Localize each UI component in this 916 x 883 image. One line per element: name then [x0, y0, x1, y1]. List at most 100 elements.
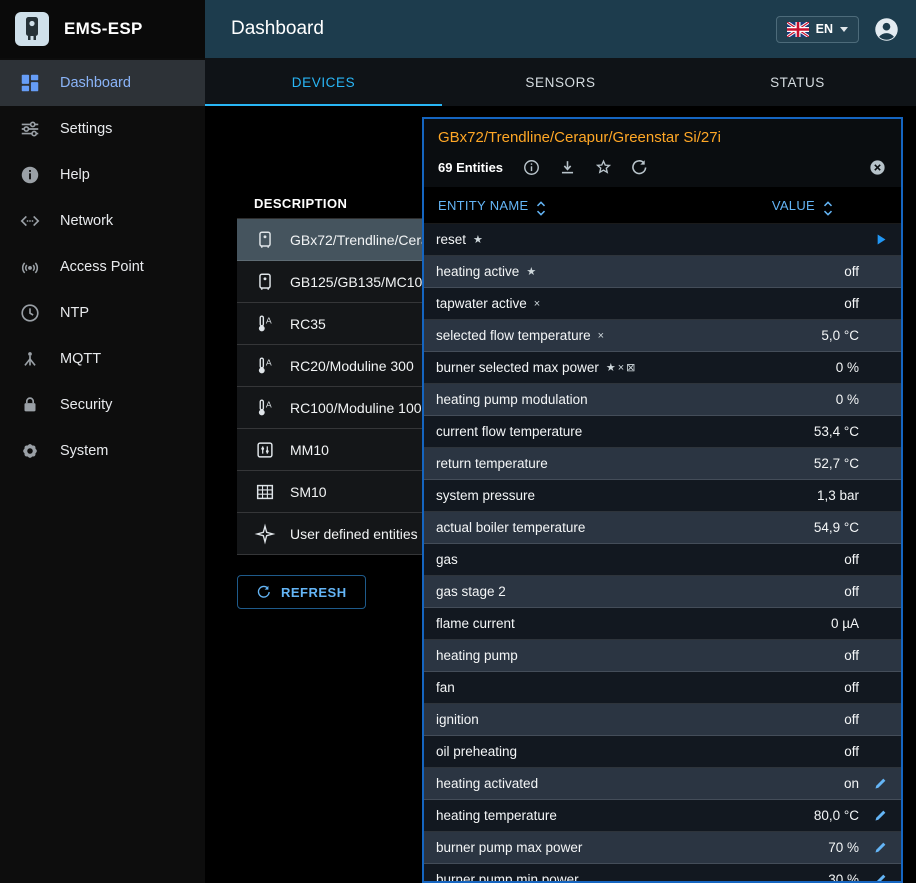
entity-value: 53,4 °C — [814, 424, 859, 439]
sidebar-item-security[interactable]: Security — [0, 382, 205, 428]
entity-flag-icons: × — [598, 330, 606, 342]
entity-name: ignition — [436, 712, 479, 727]
device-name: GBx72/Trendline/Cera — [290, 232, 429, 248]
tab-bar: DEVICES SENSORS STATUS — [205, 58, 916, 106]
device-table: DESCRIPTION GBx72/Trendline/Cera GB125/G… — [237, 188, 429, 609]
sidebar-item-help[interactable]: Help — [0, 152, 205, 198]
gear-icon — [18, 439, 42, 463]
entity-row[interactable]: tapwater active× off — [424, 288, 901, 320]
entity-name: gas — [436, 552, 458, 567]
entity-flag-icons: × — [534, 298, 542, 310]
entity-name: heating activated — [436, 776, 538, 791]
sidebar-item-settings[interactable]: Settings — [0, 106, 205, 152]
entity-name: tapwater active — [436, 296, 527, 311]
refresh-button[interactable]: REFRESH — [237, 575, 366, 609]
entity-value: off — [844, 648, 859, 663]
wifi-tethering-icon — [18, 255, 42, 279]
edit-icon[interactable] — [873, 808, 888, 823]
device-row-rc35[interactable]: A RC35 — [237, 303, 429, 345]
entity-row[interactable]: heating pump modulation 0 % — [424, 384, 901, 416]
entity-row[interactable]: oil preheating off — [424, 736, 901, 768]
device-row-sm10[interactable]: SM10 — [237, 471, 429, 513]
account-icon[interactable] — [873, 16, 900, 43]
execute-command-icon[interactable] — [872, 231, 889, 248]
entity-value: 80,0 °C — [814, 808, 859, 823]
entity-row[interactable]: system pressure 1,3 bar — [424, 480, 901, 512]
entity-name: burner pump min power — [436, 872, 579, 883]
sidebar-item-access-point[interactable]: Access Point — [0, 244, 205, 290]
ems-esp-app: EMS-ESP Dashboard Settings Help Network … — [0, 0, 916, 883]
svg-text:A: A — [266, 357, 272, 367]
entity-row[interactable]: selected flow temperature × 5,0 °C — [424, 320, 901, 352]
language-label: EN — [816, 22, 833, 36]
star-outline-icon[interactable] — [594, 158, 613, 177]
entity-row[interactable]: heating active★ off — [424, 256, 901, 288]
entity-row[interactable]: burner pump min power 30 % — [424, 864, 901, 883]
content-area: DESCRIPTION GBx72/Trendline/Cera GB125/G… — [205, 106, 916, 883]
entity-row[interactable]: gas off — [424, 544, 901, 576]
device-row-gbx72[interactable]: GBx72/Trendline/Cera — [237, 219, 429, 261]
entity-row[interactable]: burner pump max power 70 % — [424, 832, 901, 864]
info-outline-icon[interactable] — [522, 158, 541, 177]
entity-name: gas stage 2 — [436, 584, 506, 599]
entity-row[interactable]: heating pump off — [424, 640, 901, 672]
tab-label: STATUS — [770, 75, 825, 90]
entity-row[interactable]: heating temperature 80,0 °C — [424, 800, 901, 832]
entity-row[interactable]: ignition off — [424, 704, 901, 736]
entity-name: selected flow temperature — [436, 328, 591, 343]
tab-label: SENSORS — [525, 75, 595, 90]
edit-icon[interactable] — [873, 840, 888, 855]
device-name: SM10 — [290, 484, 327, 500]
edit-icon[interactable] — [873, 872, 888, 883]
antenna-icon — [18, 347, 42, 371]
sidebar-item-system[interactable]: System — [0, 428, 205, 474]
device-row-gb125[interactable]: GB125/GB135/MC10 — [237, 261, 429, 303]
device-row-mm10[interactable]: MM10 — [237, 429, 429, 471]
entities-count: 69 Entities — [438, 160, 503, 175]
entity-row[interactable]: actual boiler temperature 54,9 °C — [424, 512, 901, 544]
refresh-button-label: REFRESH — [281, 585, 347, 600]
close-icon[interactable] — [868, 158, 887, 177]
device-row-custom-entities[interactable]: User defined entities — [237, 513, 429, 555]
sidebar-item-dashboard[interactable]: Dashboard — [0, 60, 205, 106]
dialog-toolbar: 69 Entities — [424, 150, 901, 187]
tab-devices[interactable]: DEVICES — [205, 58, 442, 106]
sidebar-item-label: NTP — [60, 305, 89, 321]
entity-name: burner selected max power — [436, 360, 599, 375]
entity-row[interactable]: current flow temperature 53,4 °C — [424, 416, 901, 448]
entity-flag-icons: ★ — [526, 265, 538, 278]
refresh-icon[interactable] — [630, 158, 649, 177]
language-selector[interactable]: EN — [776, 16, 859, 43]
download-icon[interactable] — [558, 158, 577, 177]
sort-icon[interactable] — [534, 198, 548, 212]
sort-icon[interactable] — [821, 198, 835, 212]
entity-row[interactable]: reset★ — [424, 224, 901, 256]
device-row-rc100[interactable]: A RC100/Moduline 100 — [237, 387, 429, 429]
thermostat-device-icon: A — [254, 355, 276, 377]
svg-text:A: A — [266, 315, 272, 325]
entity-row[interactable]: fan off — [424, 672, 901, 704]
entity-name: heating pump modulation — [436, 392, 588, 407]
app-logo-row: EMS-ESP — [0, 0, 205, 58]
appbar: Dashboard EN — [205, 0, 916, 58]
edit-icon[interactable] — [873, 776, 888, 791]
sidebar-item-label: System — [60, 443, 108, 459]
ethernet-icon — [18, 209, 42, 233]
sidebar-item-ntp[interactable]: NTP — [0, 290, 205, 336]
entity-row[interactable]: flame current 0 µA — [424, 608, 901, 640]
tab-sensors[interactable]: SENSORS — [442, 58, 679, 106]
value-column-header: VALUE — [772, 198, 815, 213]
sidebar-item-mqtt[interactable]: MQTT — [0, 336, 205, 382]
entity-row[interactable]: gas stage 2 off — [424, 576, 901, 608]
entity-row[interactable]: return temperature 52,7 °C — [424, 448, 901, 480]
entity-row[interactable]: heating activated on — [424, 768, 901, 800]
entity-name: fan — [436, 680, 455, 695]
page-title: Dashboard — [231, 18, 324, 40]
sidebar-item-network[interactable]: Network — [0, 198, 205, 244]
device-row-rc20[interactable]: A RC20/Moduline 300 — [237, 345, 429, 387]
entity-value: 5,0 °C — [821, 328, 859, 343]
entity-value: off — [844, 712, 859, 727]
tab-status[interactable]: STATUS — [679, 58, 916, 106]
entity-row[interactable]: burner selected max power★×⊠ 0 % — [424, 352, 901, 384]
lock-icon — [18, 393, 42, 417]
